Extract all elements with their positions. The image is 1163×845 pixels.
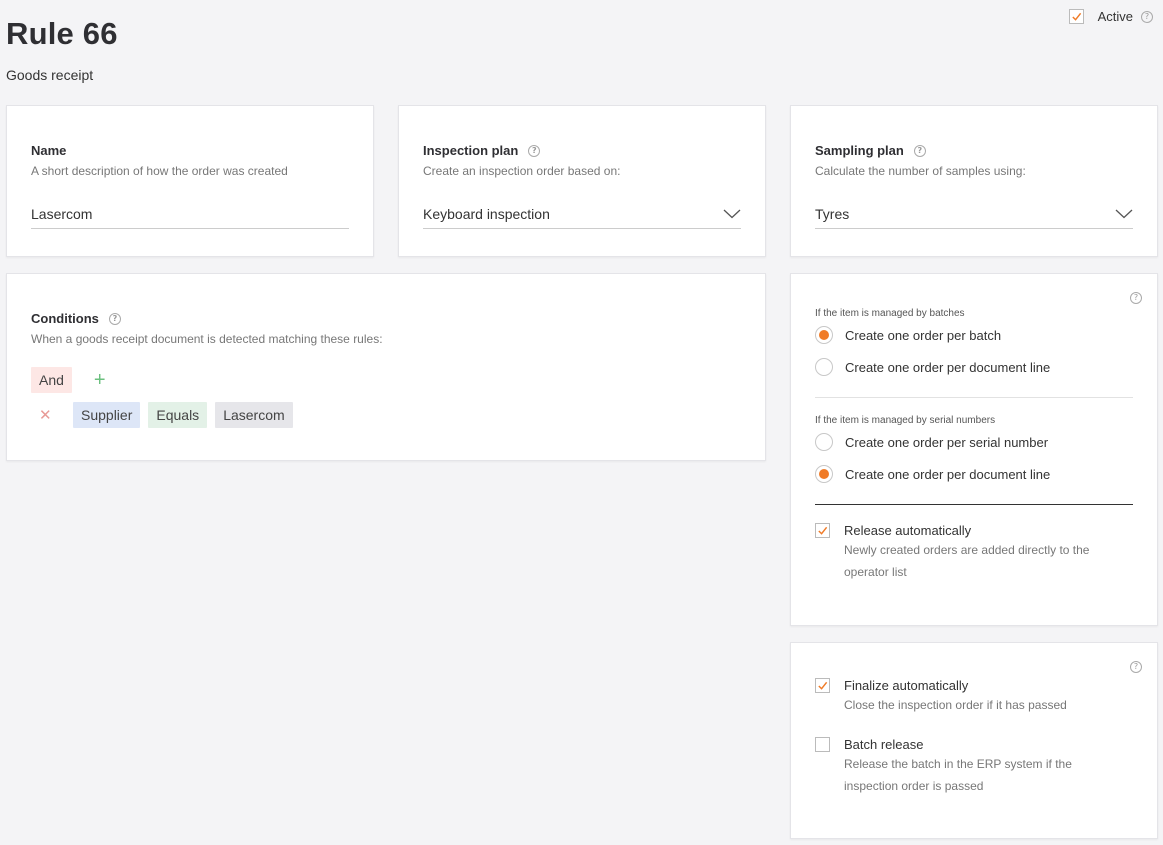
- batch-release-option[interactable]: Batch release Release the batch in the E…: [815, 737, 1072, 797]
- name-input[interactable]: Lasercom: [31, 206, 349, 229]
- radio-label: Create one order per document line: [845, 359, 1051, 375]
- batch-release-checkbox[interactable]: [815, 737, 830, 752]
- release-title: Release automatically: [844, 523, 972, 538]
- batch-release-description-line-1: Release the batch in the ERP system if t…: [844, 757, 1072, 771]
- help-icon[interactable]: ?: [1130, 661, 1142, 673]
- conditions-title-text: Conditions: [31, 311, 99, 326]
- radio-button[interactable]: [815, 326, 833, 344]
- inspection-plan-selected: Keyboard inspection: [423, 206, 550, 222]
- inspection-plan-title-text: Inspection plan: [423, 143, 519, 158]
- help-icon[interactable]: ?: [1130, 292, 1142, 304]
- active-toggle[interactable]: Active ?: [1068, 9, 1153, 24]
- inspection-plan-card: Inspection plan ? Create an inspection o…: [398, 105, 766, 257]
- name-card: Name A short description of how the orde…: [6, 105, 374, 257]
- inspection-plan-description: Create an inspection order based on:: [423, 164, 621, 178]
- close-icon[interactable]: ✕: [39, 408, 65, 423]
- sampling-plan-select[interactable]: Tyres: [815, 206, 1133, 229]
- check-icon: [1071, 12, 1081, 21]
- radio-per-document-line-serial[interactable]: Create one order per document line: [815, 465, 1050, 483]
- help-icon[interactable]: ?: [528, 144, 541, 157]
- finalize-automatically-option[interactable]: Finalize automatically Close the inspect…: [815, 678, 1067, 716]
- help-icon[interactable]: ?: [108, 312, 121, 325]
- order-options-card: ? If the item is managed by batches Crea…: [790, 273, 1158, 626]
- page-subtitle: Goods receipt: [6, 67, 94, 83]
- rule-field-chip[interactable]: Supplier: [73, 402, 141, 428]
- batch-release-description-line-2: inspection order is passed: [844, 779, 984, 793]
- batch-release-description: Release the batch in the ERP system if t…: [844, 753, 1072, 797]
- release-automatically-option[interactable]: Release automatically Newly created orde…: [815, 523, 1089, 583]
- name-input-value: Lasercom: [31, 206, 93, 222]
- name-title-text: Name: [31, 143, 67, 158]
- divider: [815, 397, 1133, 398]
- finalize-title: Finalize automatically: [844, 678, 969, 693]
- radio-per-batch[interactable]: Create one order per batch: [815, 326, 1001, 344]
- radio-per-serial[interactable]: Create one order per serial number: [815, 433, 1048, 451]
- batches-label: If the item is managed by batches: [815, 308, 965, 319]
- radio-label: Create one order per batch: [845, 327, 1002, 343]
- radio-button[interactable]: [815, 358, 833, 376]
- inspection-plan-select[interactable]: Keyboard inspection: [423, 206, 741, 229]
- check-icon: [818, 526, 828, 535]
- conditions-description: When a goods receipt document is detecte…: [31, 332, 383, 346]
- release-description: Newly created orders are added directly …: [844, 539, 1089, 583]
- name-card-description: A short description of how the order was…: [31, 164, 288, 178]
- batch-release-title: Batch release: [844, 737, 924, 752]
- operator-row: And +: [31, 367, 106, 393]
- radio-label: Create one order per document line: [845, 466, 1051, 482]
- inspection-plan-title: Inspection plan ?: [423, 143, 741, 158]
- active-label: Active: [1097, 9, 1133, 24]
- finalize-options-card: ? Finalize automatically Close the inspe…: [790, 642, 1158, 839]
- radio-per-document-line-batch[interactable]: Create one order per document line: [815, 358, 1050, 376]
- finalize-description: Close the inspection order if it has pas…: [844, 698, 1067, 712]
- radio-label: Create one order per serial number: [845, 434, 1049, 450]
- radio-button[interactable]: [815, 465, 833, 483]
- sampling-plan-description: Calculate the number of samples using:: [815, 164, 1026, 178]
- operator-chip[interactable]: And: [31, 367, 72, 393]
- conditions-title: Conditions ?: [31, 311, 741, 326]
- plus-icon[interactable]: +: [94, 370, 106, 390]
- chevron-down-icon[interactable]: [723, 209, 741, 219]
- page-title: Rule 66: [6, 16, 118, 51]
- chevron-down-icon[interactable]: [1115, 209, 1133, 219]
- finalize-checkbox[interactable]: [815, 678, 830, 693]
- release-description-line-2: operator list: [844, 565, 907, 579]
- release-description-line-1: Newly created orders are added directly …: [844, 543, 1090, 557]
- help-icon[interactable]: ?: [1141, 10, 1153, 23]
- serials-label: If the item is managed by serial numbers: [815, 415, 996, 426]
- conditions-card: Conditions ? When a goods receipt docume…: [6, 273, 766, 461]
- active-checkbox[interactable]: [1068, 9, 1084, 24]
- help-icon[interactable]: ?: [913, 144, 926, 157]
- sampling-plan-card: Sampling plan ? Calculate the number of …: [790, 105, 1158, 257]
- rule-value-chip[interactable]: Lasercom: [215, 402, 293, 428]
- rule-comparator-chip[interactable]: Equals: [148, 402, 208, 428]
- release-checkbox[interactable]: [815, 523, 830, 538]
- check-icon: [818, 681, 828, 690]
- sampling-plan-title: Sampling plan ?: [815, 143, 1133, 158]
- divider: [815, 504, 1133, 505]
- sampling-plan-title-text: Sampling plan: [815, 143, 904, 158]
- radio-button[interactable]: [815, 433, 833, 451]
- condition-rule-row: ✕ Supplier Equals Lasercom: [39, 402, 293, 428]
- name-card-title: Name: [31, 143, 349, 158]
- sampling-plan-selected: Tyres: [815, 206, 850, 222]
